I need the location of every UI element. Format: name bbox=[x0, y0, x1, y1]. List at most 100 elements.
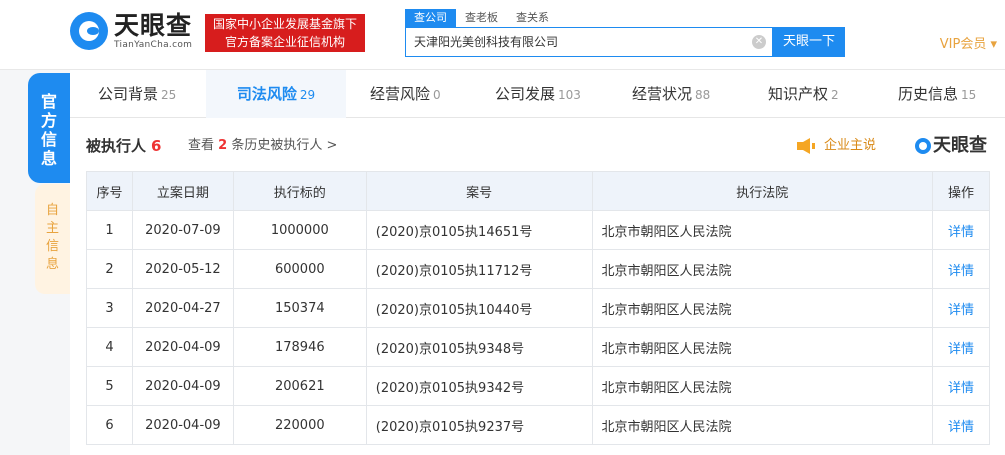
tab-label: 公司背景 bbox=[98, 85, 159, 103]
search-box: 天津阳光美创科技有限公司 ✕ 天眼一下 bbox=[405, 27, 845, 57]
tab-operating-risk[interactable]: 经营风险 0 bbox=[370, 70, 441, 118]
cell-court: 北京市朝阳区人民法院 bbox=[591, 210, 934, 250]
cell-court: 北京市朝阳区人民法院 bbox=[591, 327, 934, 367]
eye-logo-icon bbox=[70, 12, 108, 50]
col-header-court: 执行法院 bbox=[591, 171, 934, 211]
cell-court: 北京市朝阳区人民法院 bbox=[591, 288, 934, 328]
side-tab-self-info[interactable]: 自主信息 bbox=[35, 184, 70, 294]
tab-label: 经营状况 bbox=[632, 85, 693, 103]
logo-text: 天眼查 TianYanCha.com bbox=[114, 12, 193, 51]
brand-name: 天眼查 bbox=[933, 135, 987, 156]
cell-no: 5 bbox=[86, 366, 133, 406]
detail-link[interactable]: 详情 bbox=[948, 264, 974, 279]
search-type-tabs: 查公司 查老板 查关系 bbox=[405, 9, 845, 27]
tab-count: 0 bbox=[433, 88, 441, 102]
search-input[interactable]: 天津阳光美创科技有限公司 ✕ bbox=[405, 27, 773, 57]
tab-judicial-risk[interactable]: 司法风险 29 bbox=[206, 70, 346, 118]
main-panel: 公司背景 25 司法风险 29 经营风险 0 公司发展 103 经营状况 88 知识产权 2… bbox=[70, 70, 1005, 455]
cell-action: 详情 bbox=[932, 327, 990, 367]
tab-count: 2 bbox=[831, 88, 839, 102]
search-button[interactable]: 天眼一下 bbox=[773, 27, 845, 57]
detail-link[interactable]: 详情 bbox=[948, 303, 974, 318]
section-title: 被执行人 6 bbox=[86, 134, 161, 158]
side-tab-self-label: 自主信息 bbox=[45, 203, 59, 272]
cell-no: 3 bbox=[86, 288, 133, 328]
enterprise-statement-link[interactable]: 企业主说 bbox=[796, 134, 876, 158]
table-row: 4 2020-04-09 178946 (2020)京0105执9348号 北京… bbox=[86, 327, 990, 367]
cell-date: 2020-04-09 bbox=[131, 327, 234, 367]
logo-domain: TianYanCha.com bbox=[114, 40, 193, 50]
detail-link[interactable]: 详情 bbox=[948, 342, 974, 357]
search-area: 查公司 查老板 查关系 天津阳光美创科技有限公司 ✕ 天眼一下 bbox=[405, 9, 845, 57]
official-banner[interactable]: 国家中小企业发展基金旗下 官方备案企业征信机构 bbox=[205, 14, 365, 52]
tab-label: 历史信息 bbox=[898, 85, 959, 103]
tianyancha-logo[interactable]: 天眼查 TianYanCha.com bbox=[70, 12, 192, 50]
cell-no: 4 bbox=[86, 327, 133, 367]
eye-brand-icon bbox=[915, 138, 931, 154]
brand-watermark: 天眼查 bbox=[915, 134, 987, 158]
table-header-row: 序号 立案日期 执行标的 案号 执行法院 操作 bbox=[86, 171, 990, 211]
col-header-amount: 执行标的 bbox=[232, 171, 367, 211]
cell-date: 2020-04-27 bbox=[131, 288, 234, 328]
search-input-value: 天津阳光美创科技有限公司 bbox=[414, 35, 559, 49]
banner-line-2: 官方备案企业征信机构 bbox=[224, 35, 345, 49]
tab-company-development[interactable]: 公司发展 103 bbox=[495, 70, 581, 118]
cell-amount: 1000000 bbox=[232, 210, 367, 250]
cell-court: 北京市朝阳区人民法院 bbox=[591, 405, 934, 445]
cell-court: 北京市朝阳区人民法院 bbox=[591, 366, 934, 406]
speaker-icon bbox=[797, 138, 815, 154]
table-row: 6 2020-04-09 220000 (2020)京0105执9237号 北京… bbox=[86, 405, 990, 445]
cell-amount: 150374 bbox=[232, 288, 367, 328]
table-row: 2 2020-05-12 600000 (2020)京0105执11712号 北… bbox=[86, 249, 990, 289]
cell-action: 详情 bbox=[932, 405, 990, 445]
tab-history-info[interactable]: 历史信息 15 bbox=[898, 70, 976, 118]
vip-member-menu[interactable]: VIP会员 ▾ bbox=[940, 33, 997, 52]
col-header-action: 操作 bbox=[932, 171, 990, 211]
cell-case: (2020)京0105执10440号 bbox=[365, 288, 593, 328]
notice-label: 企业主说 bbox=[824, 138, 877, 153]
tab-label: 司法风险 bbox=[236, 85, 297, 103]
cell-case: (2020)京0105执9348号 bbox=[365, 327, 593, 367]
cell-no: 2 bbox=[86, 249, 133, 289]
section-header: 被执行人 6 查看 2 条历史被执行人 > 企业主说 天眼查 bbox=[86, 134, 991, 158]
tab-count: 88 bbox=[695, 88, 711, 102]
section-count: 6 bbox=[151, 137, 162, 155]
cell-date: 2020-05-12 bbox=[131, 249, 234, 289]
cell-date: 2020-04-09 bbox=[131, 366, 234, 406]
cell-amount: 600000 bbox=[232, 249, 367, 289]
search-tab-boss[interactable]: 查老板 bbox=[456, 9, 507, 27]
detail-link[interactable]: 详情 bbox=[948, 381, 974, 396]
side-tab-official-info[interactable]: 官方信息 bbox=[28, 73, 70, 183]
cell-action: 详情 bbox=[932, 249, 990, 289]
detail-link[interactable]: 详情 bbox=[948, 420, 974, 435]
category-tabs: 公司背景 25 司法风险 29 经营风险 0 公司发展 103 经营状况 88 知识产权 2… bbox=[70, 70, 1005, 118]
col-header-case: 案号 bbox=[365, 171, 593, 211]
col-header-date: 立案日期 bbox=[131, 171, 234, 211]
cell-action: 详情 bbox=[932, 288, 990, 328]
cell-amount: 178946 bbox=[232, 327, 367, 367]
tab-label: 经营风险 bbox=[370, 85, 431, 103]
history-executed-link[interactable]: 查看 2 条历史被执行人 > bbox=[188, 134, 337, 158]
cell-case: (2020)京0105执9342号 bbox=[365, 366, 593, 406]
clear-icon[interactable]: ✕ bbox=[752, 35, 766, 49]
cell-case: (2020)京0105执11712号 bbox=[365, 249, 593, 289]
detail-link[interactable]: 详情 bbox=[948, 225, 974, 240]
tab-count: 103 bbox=[558, 88, 581, 102]
tab-count: 29 bbox=[299, 88, 316, 102]
history-prefix: 查看 bbox=[188, 138, 215, 153]
banner-line-1: 国家中小企业发展基金旗下 bbox=[212, 17, 357, 31]
search-tab-relation[interactable]: 查关系 bbox=[507, 9, 558, 27]
history-suffix: 条历史被执行人 > bbox=[231, 138, 338, 153]
cell-case: (2020)京0105执14651号 bbox=[365, 210, 593, 250]
tab-count: 25 bbox=[161, 88, 177, 102]
search-tab-company[interactable]: 查公司 bbox=[405, 9, 456, 27]
cell-no: 1 bbox=[86, 210, 133, 250]
cell-case: (2020)京0105执9237号 bbox=[365, 405, 593, 445]
col-header-no: 序号 bbox=[86, 171, 133, 211]
section-title-text: 被执行人 bbox=[86, 137, 147, 155]
cell-amount: 220000 bbox=[232, 405, 367, 445]
tab-operating-status[interactable]: 经营状况 88 bbox=[632, 70, 710, 118]
tab-intellectual-property[interactable]: 知识产权 2 bbox=[768, 70, 839, 118]
cell-no: 6 bbox=[86, 405, 133, 445]
tab-company-background[interactable]: 公司背景 25 bbox=[98, 70, 176, 118]
